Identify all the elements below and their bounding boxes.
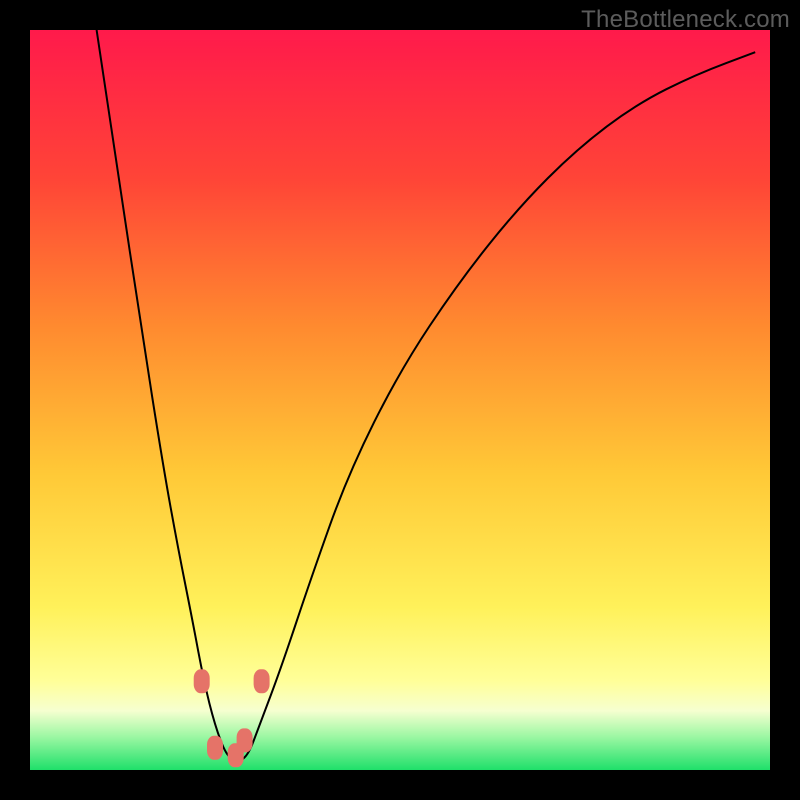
bottleneck-chart (30, 30, 770, 770)
chart-background (30, 30, 770, 770)
chart-frame (30, 30, 770, 770)
marker-dot (194, 669, 210, 693)
marker-dot (254, 669, 270, 693)
watermark-text: TheBottleneck.com (581, 6, 790, 34)
marker-dot (207, 736, 223, 760)
marker-dot (237, 728, 253, 752)
